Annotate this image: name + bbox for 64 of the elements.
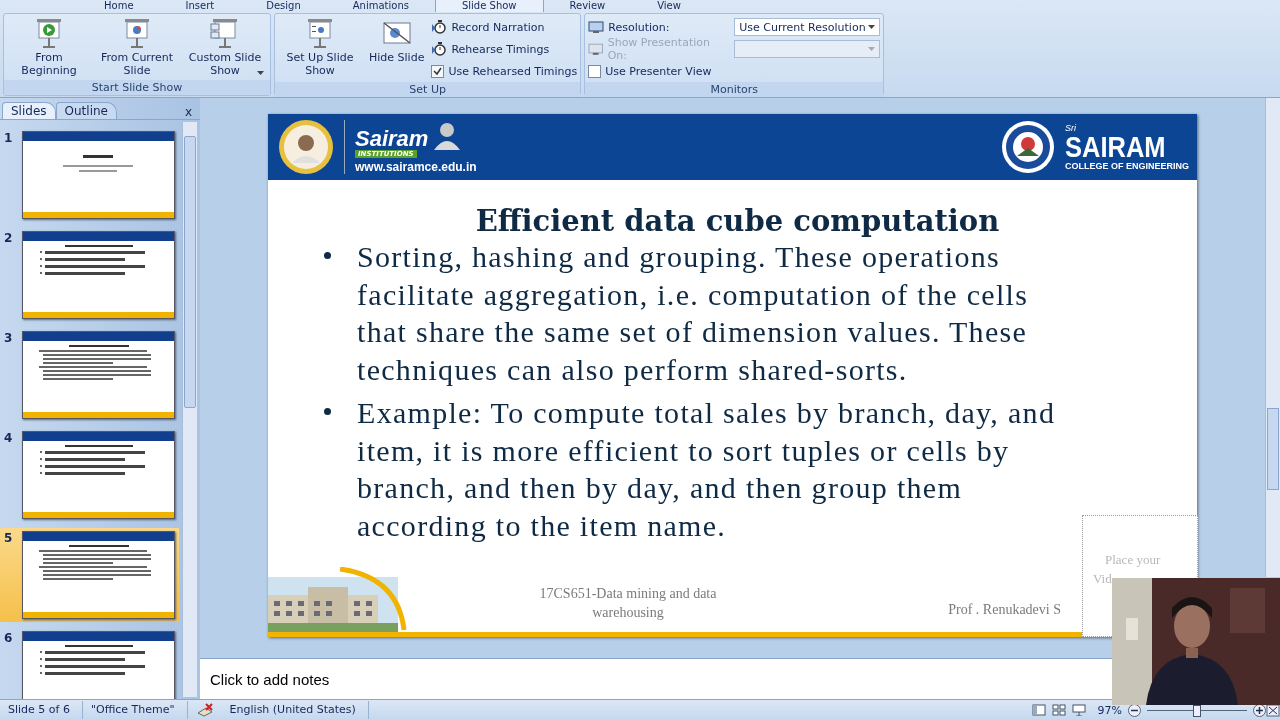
bullet-text: Example: To compute total sales by branch, day, and item, it is more efficient to sort tuples or cells by branch, and then by day, and then group them according to the item name. bbox=[357, 395, 1057, 544]
dropdown-caret-icon bbox=[868, 25, 876, 29]
field-label: Resolution: bbox=[588, 20, 729, 34]
checkbox[interactable]: Use Presenter View bbox=[588, 62, 712, 80]
zoom-level[interactable]: 97% bbox=[1091, 703, 1128, 717]
slide-title: Efficient data cube computation bbox=[474, 204, 1001, 238]
checkmark-icon bbox=[433, 66, 443, 76]
dropdown-caret-icon bbox=[868, 47, 876, 51]
slide-show-view-icon[interactable] bbox=[1071, 704, 1086, 716]
pane-tab[interactable]: Slides bbox=[2, 102, 56, 119]
zoom-slider-thumb[interactable] bbox=[1193, 704, 1201, 717]
normal-view-icon[interactable] bbox=[1031, 704, 1046, 716]
dropdown[interactable]: Use Current Resolution bbox=[734, 18, 881, 36]
monitor-icon bbox=[588, 42, 604, 56]
monitor-icon bbox=[588, 20, 605, 34]
ribbon-tab[interactable]: Insert bbox=[159, 0, 241, 12]
decorative-arc-icon bbox=[338, 567, 408, 632]
status-text: "Office Theme" bbox=[82, 701, 188, 719]
field-label: Show Presentation On: bbox=[588, 36, 729, 62]
stopwatch-icon bbox=[431, 41, 448, 57]
group-label: Set Up bbox=[275, 82, 581, 97]
portrait-figure-icon bbox=[432, 120, 463, 150]
ribbon-button[interactable]: Record Narration bbox=[431, 18, 578, 36]
ribbon-tab[interactable]: View bbox=[631, 0, 707, 12]
group-label: Monitors bbox=[585, 82, 884, 97]
slide-sorter-icon[interactable] bbox=[1051, 704, 1066, 716]
ribbon-button[interactable]: Hide Slide bbox=[366, 16, 428, 80]
ribbon-tab[interactable]: Slide Show bbox=[434, 0, 544, 12]
ribbon-button[interactable]: Custom Slide Show bbox=[183, 16, 267, 78]
author-text: Prof . Renukadevi S bbox=[948, 602, 1061, 618]
website-url: www.sairamce.edu.in bbox=[355, 160, 477, 174]
ribbon-button[interactable]: From Beginning bbox=[7, 16, 91, 78]
footer-text: 17CS651-Data mining and data warehousing bbox=[538, 585, 718, 622]
placeholder-text: Place your bbox=[1104, 551, 1161, 569]
notes-field[interactable]: Click to add notes bbox=[200, 658, 1112, 699]
slide-thumbnail-row[interactable]: 5 bbox=[0, 528, 179, 622]
ribbon-tab[interactable]: Home bbox=[78, 0, 160, 12]
scrollbar[interactable] bbox=[182, 122, 197, 697]
college-name: SAIRAM bbox=[1065, 132, 1167, 161]
fit-window-icon[interactable] bbox=[1266, 703, 1280, 717]
stopwatch-icon bbox=[431, 19, 448, 35]
scrollbar[interactable] bbox=[1265, 98, 1280, 577]
ribbon-button[interactable]: Set Up Slide Show bbox=[278, 16, 362, 80]
placeholder-text: Vid bbox=[1092, 570, 1112, 588]
status-text: Slide 5 of 6 bbox=[0, 701, 83, 719]
college-prefix: Sri bbox=[1065, 123, 1077, 133]
bullet-icon bbox=[324, 408, 331, 415]
portrait-emblem-icon bbox=[278, 119, 334, 175]
close-button[interactable]: x bbox=[182, 105, 194, 119]
ribbon-button[interactable]: Rehearse Timings bbox=[431, 40, 578, 58]
spelling-check-icon bbox=[195, 703, 214, 717]
group-label: Start Slide Show bbox=[4, 80, 270, 95]
bullet-text: Sorting, hashing and grouping. These operations facilitate aggregation, i.e. computation of the cells that share the same set of dimension values. These techniques can also perform shared-sorts. bbox=[357, 239, 1030, 388]
college-subtitle: COLLEGE OF ENGINEERING bbox=[1065, 160, 1189, 171]
brand-name: Sairam bbox=[355, 128, 429, 150]
ribbon-tab[interactable]: Review bbox=[543, 0, 632, 12]
college-emblem-icon bbox=[1001, 120, 1055, 174]
ribbon-tab[interactable]: Design bbox=[240, 0, 327, 12]
checkbox[interactable]: Use Rehearsed Timings bbox=[431, 62, 578, 80]
pane-tab[interactable]: Outline bbox=[55, 102, 117, 119]
ribbon-tab[interactable]: Animations bbox=[326, 0, 435, 12]
bullet-icon bbox=[324, 252, 331, 259]
status-text: English (United States) bbox=[221, 701, 369, 719]
ribbon-button[interactable]: From Current Slide bbox=[95, 16, 179, 78]
